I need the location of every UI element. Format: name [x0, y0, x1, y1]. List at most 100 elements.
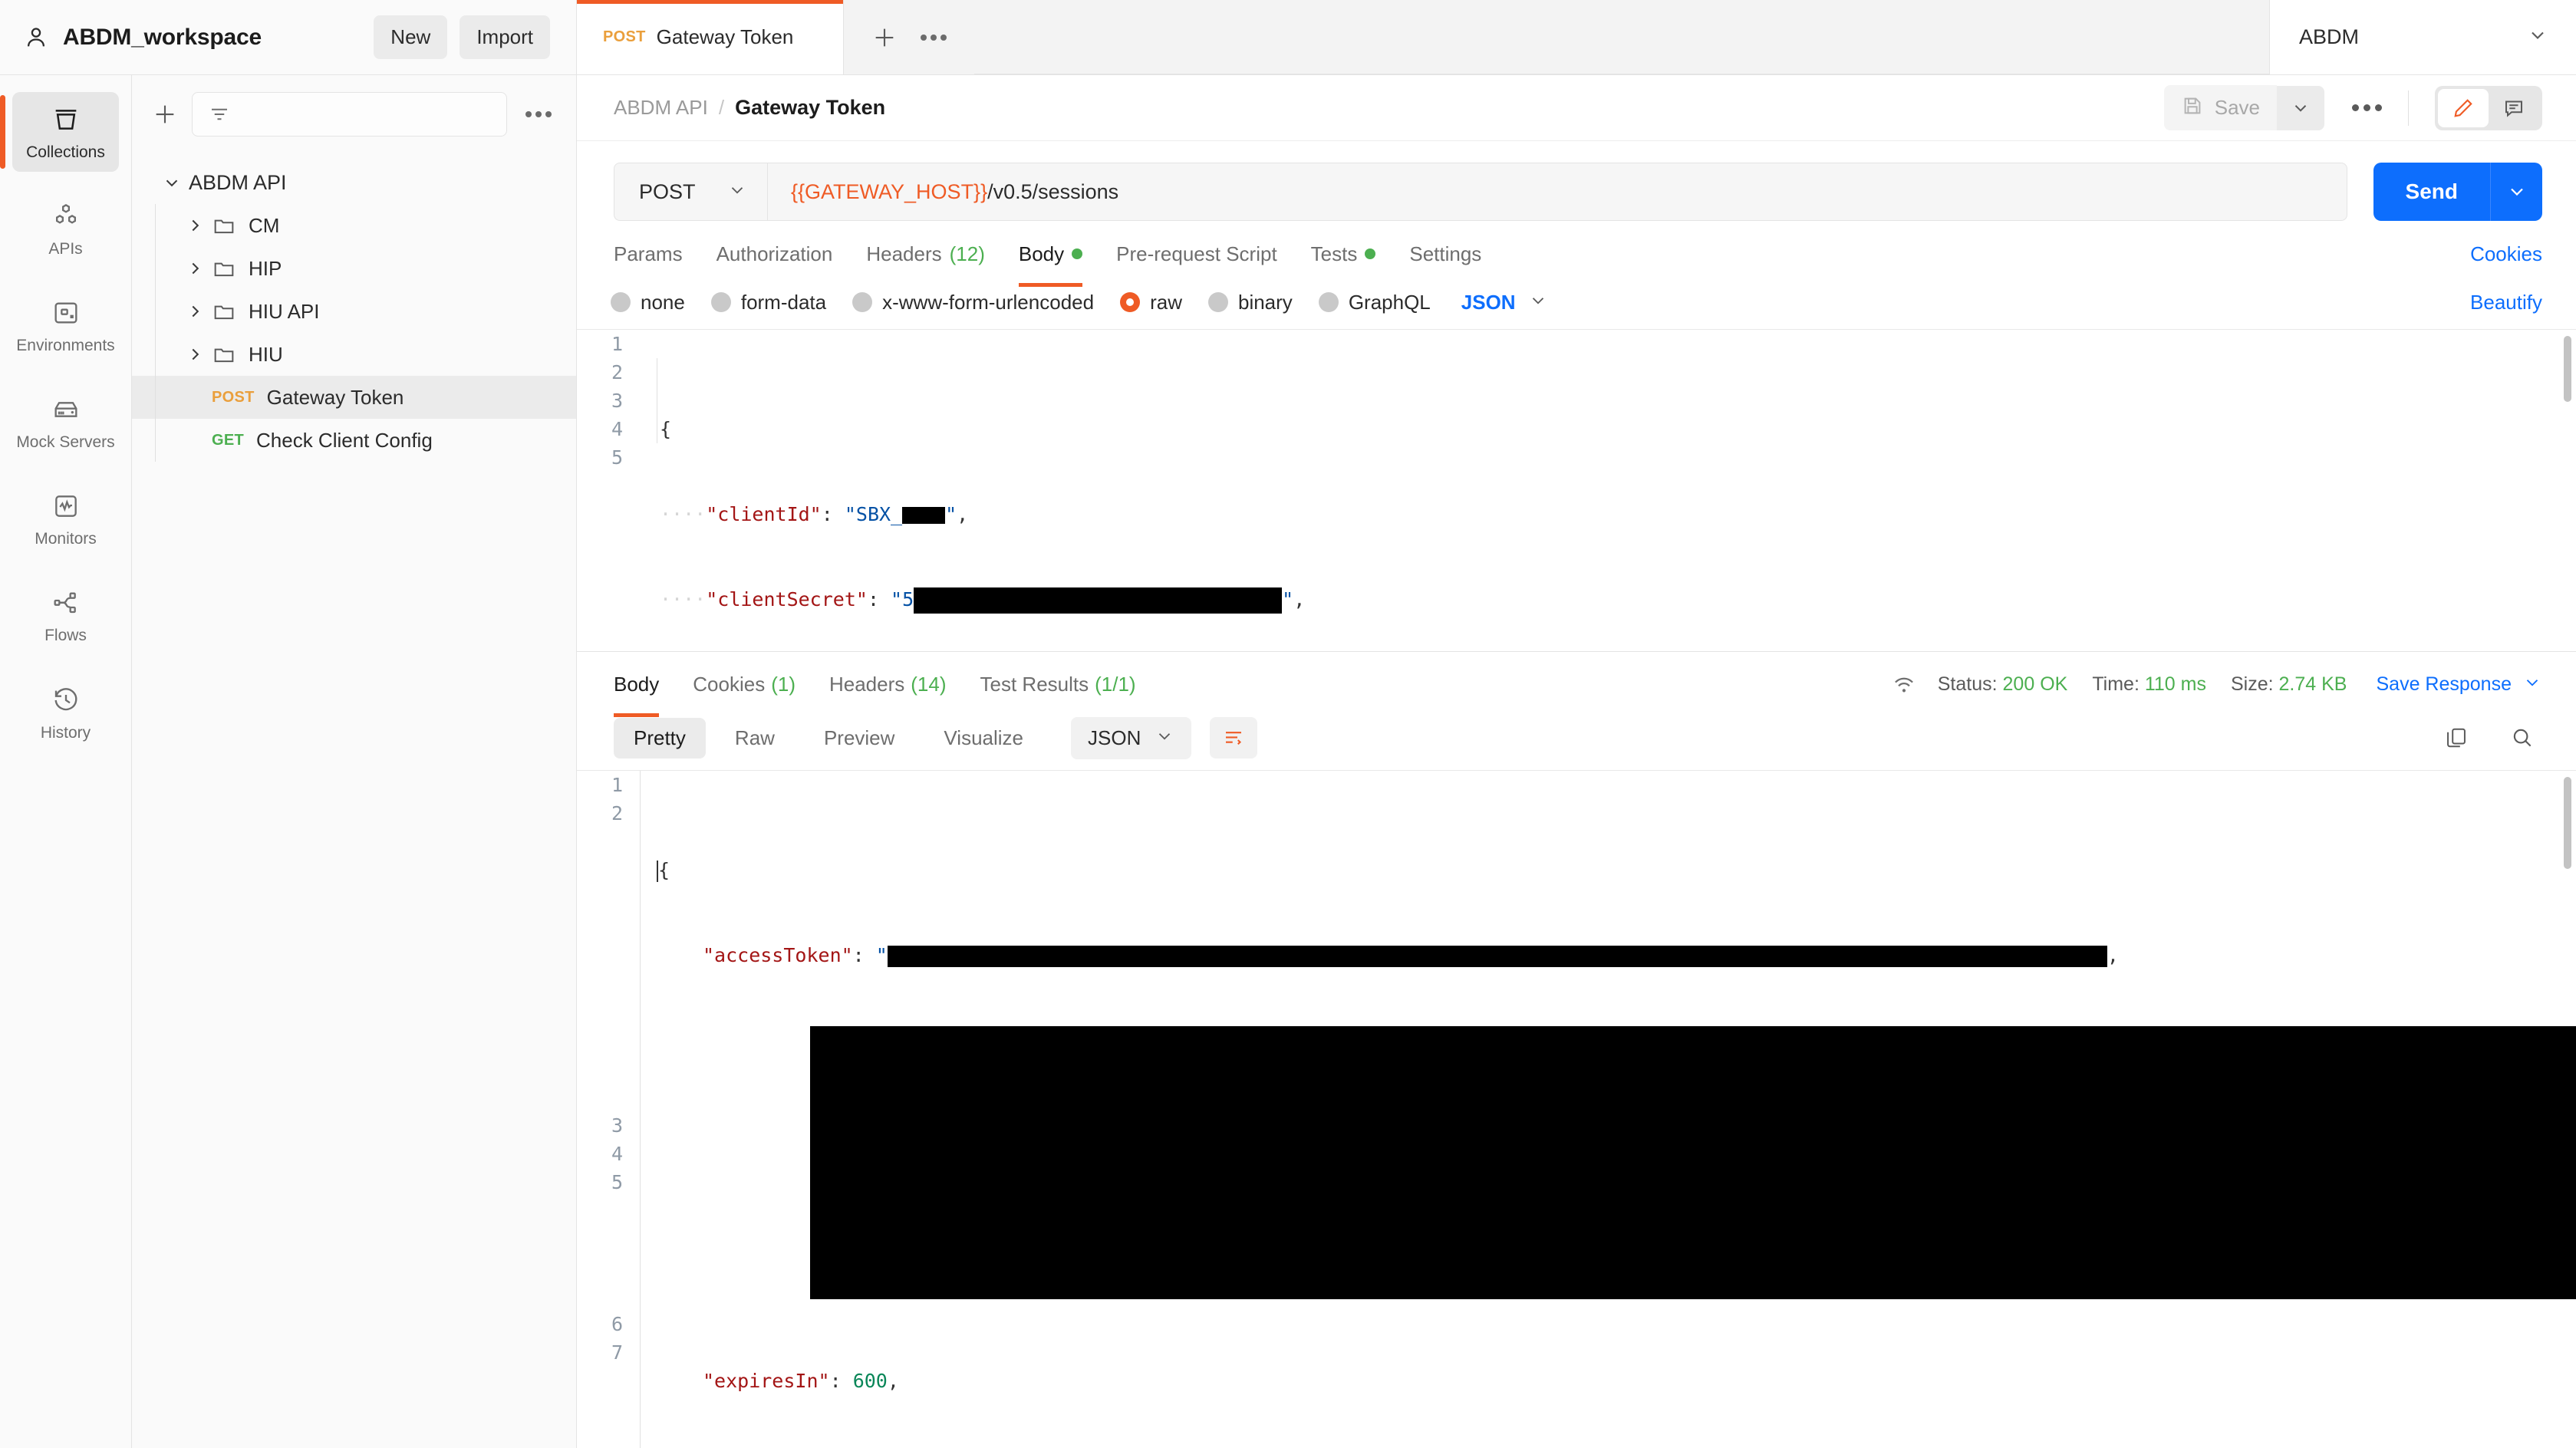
- tab-label: Authorization: [716, 242, 833, 265]
- request-tab-gateway-token[interactable]: POST Gateway Token: [577, 0, 844, 74]
- tree-folder-hip[interactable]: HIP: [132, 247, 576, 290]
- new-button[interactable]: New: [374, 15, 448, 59]
- response-format-select[interactable]: JSON: [1071, 716, 1192, 759]
- response-view-pretty[interactable]: Pretty: [614, 717, 706, 759]
- body-type-urlencoded[interactable]: x-www-form-urlencoded: [852, 291, 1094, 314]
- sidebar-more-dots-icon[interactable]: [521, 111, 556, 117]
- comma: ,: [887, 1369, 899, 1392]
- apis-icon: [51, 201, 81, 232]
- response-tab-headers[interactable]: Headers (14): [829, 651, 947, 717]
- new-collection-plus-icon[interactable]: [152, 101, 178, 127]
- tree-request-check-client-config[interactable]: GET Check Client Config: [132, 419, 576, 462]
- body-type-graphql[interactable]: GraphQL: [1318, 291, 1431, 314]
- collection-tree: ABDM API CM HIP HIU API HIU POST Gateway…: [132, 149, 576, 462]
- response-tab-cookies[interactable]: Cookies (1): [693, 651, 796, 717]
- save-button[interactable]: Save: [2163, 85, 2277, 130]
- new-tab-plus-icon[interactable]: [871, 25, 898, 51]
- tree-folder-cm[interactable]: CM: [132, 204, 576, 247]
- response-view-raw[interactable]: Raw: [715, 718, 795, 759]
- tree-folder-hiu[interactable]: HIU: [132, 333, 576, 376]
- request-code-area[interactable]: { ····"clientId": "SBX_ ", ····"clientSec…: [640, 330, 2576, 651]
- tab-pre-request-script[interactable]: Pre-request Script: [1116, 221, 1277, 287]
- folder-icon: [212, 299, 236, 324]
- save-response-button[interactable]: Save Response: [2376, 673, 2512, 696]
- wrapped-space: [577, 828, 623, 1111]
- sidebar-item-collections[interactable]: Collections: [0, 92, 119, 173]
- sidebar-item-monitors[interactable]: Monitors: [12, 479, 119, 558]
- redacted-value: [902, 506, 946, 524]
- send-options-caret[interactable]: [2490, 163, 2542, 221]
- response-view-visualize[interactable]: Visualize: [924, 718, 1043, 759]
- beautify-button[interactable]: Beautify: [2470, 291, 2542, 314]
- comments-button[interactable]: [2489, 89, 2539, 127]
- request-editor-scrollbar[interactable]: [2564, 335, 2571, 402]
- body-type-label: none: [641, 290, 685, 314]
- request-method-badge: POST: [212, 388, 255, 406]
- http-method-select[interactable]: POST: [614, 163, 767, 221]
- response-tab-body[interactable]: Body: [614, 651, 660, 718]
- brace-open: {: [660, 417, 672, 440]
- response-editor-scrollbar[interactable]: [2564, 776, 2571, 869]
- url-input[interactable]: {{GATEWAY_HOST}}/v0.5/sessions: [767, 163, 2347, 221]
- json-value-prefix: ": [875, 943, 888, 966]
- sidebar-item-mock-servers[interactable]: Mock Servers: [12, 382, 119, 462]
- tab-params[interactable]: Params: [614, 221, 683, 287]
- network-info-icon[interactable]: [1890, 670, 1918, 698]
- breadcrumb-collection[interactable]: ABDM API: [614, 96, 708, 120]
- chevron-right-icon[interactable]: [178, 216, 212, 235]
- sidebar-item-apis[interactable]: APIs: [12, 189, 119, 268]
- tree-indent: [155, 247, 178, 290]
- sidebar-item-flows[interactable]: Flows: [12, 575, 119, 655]
- copy-response-icon[interactable]: [2436, 718, 2476, 758]
- body-type-none[interactable]: none: [611, 291, 685, 314]
- status-badge: Status: 200 OK: [1938, 673, 2068, 696]
- tab-body[interactable]: Body: [1018, 221, 1083, 287]
- tree-folder-label: HIU: [249, 342, 283, 366]
- chevron-right-icon[interactable]: [178, 258, 212, 278]
- chevron-right-icon[interactable]: [178, 344, 212, 364]
- save-response-caret-icon[interactable]: [2522, 673, 2542, 696]
- response-code-area[interactable]: { "accessToken": ", "expiresIn": 600, "r…: [640, 770, 2576, 1448]
- body-type-form-data[interactable]: form-data: [710, 291, 826, 314]
- chevron-down-icon[interactable]: [155, 173, 189, 193]
- sidebar-item-history[interactable]: History: [12, 673, 119, 752]
- body-format-select[interactable]: JSON: [1461, 291, 1548, 314]
- body-type-binary[interactable]: binary: [1207, 291, 1293, 314]
- tab-more-dots-icon[interactable]: [921, 34, 947, 41]
- body-type-raw[interactable]: raw: [1120, 291, 1182, 314]
- request-tabs: Params Authorization Headers (12) Body P…: [577, 221, 2576, 287]
- import-button[interactable]: Import: [460, 15, 550, 59]
- tree-request-gateway-token[interactable]: POST Gateway Token: [132, 376, 576, 419]
- request-body-editor[interactable]: 1 2 3 4 5 { ····"clientId": "SBX_ ", ····…: [577, 328, 2576, 651]
- wrap-lines-button[interactable]: [1210, 717, 1258, 759]
- tree-collection-abdm-api[interactable]: ABDM API: [132, 161, 576, 204]
- sidebar-item-label: APIs: [48, 240, 83, 258]
- tab-count: (12): [949, 242, 985, 265]
- line-number: 3: [611, 389, 623, 412]
- request-more-dots-icon[interactable]: [2352, 104, 2382, 111]
- environment-name: ABDM: [2299, 25, 2360, 48]
- response-tab-test-results[interactable]: Test Results (1/1): [980, 651, 1136, 717]
- response-view-preview[interactable]: Preview: [804, 718, 914, 759]
- tab-tests[interactable]: Tests: [1311, 221, 1376, 287]
- sidebar-item-environments[interactable]: Environments: [12, 285, 119, 365]
- comma: ,: [957, 502, 969, 525]
- tab-headers[interactable]: Headers (12): [866, 221, 985, 287]
- tab-settings[interactable]: Settings: [1409, 221, 1481, 287]
- save-options-caret[interactable]: [2277, 85, 2324, 130]
- tab-authorization[interactable]: Authorization: [716, 221, 833, 287]
- chevron-right-icon[interactable]: [178, 301, 212, 321]
- page-title: Gateway Token: [735, 96, 886, 119]
- cookies-link[interactable]: Cookies: [2470, 242, 2542, 266]
- edit-mode-button[interactable]: [2438, 88, 2489, 127]
- send-button[interactable]: Send: [2373, 163, 2490, 221]
- code-line: {: [660, 415, 2576, 443]
- line-number: 4: [611, 1142, 623, 1165]
- search-icon[interactable]: [2502, 718, 2542, 758]
- navigation-rail: Collections APIs Environments Mock Serve…: [0, 75, 132, 1448]
- tree-folder-hiu-api[interactable]: HIU API: [132, 290, 576, 333]
- environments-icon: [51, 298, 81, 328]
- sidebar-filter-input[interactable]: [192, 92, 507, 137]
- environment-selector[interactable]: ABDM: [2269, 0, 2576, 74]
- response-body-editor[interactable]: 1 2 3 4 5 6 7 { "accessToken": ", "expir…: [577, 769, 2576, 1448]
